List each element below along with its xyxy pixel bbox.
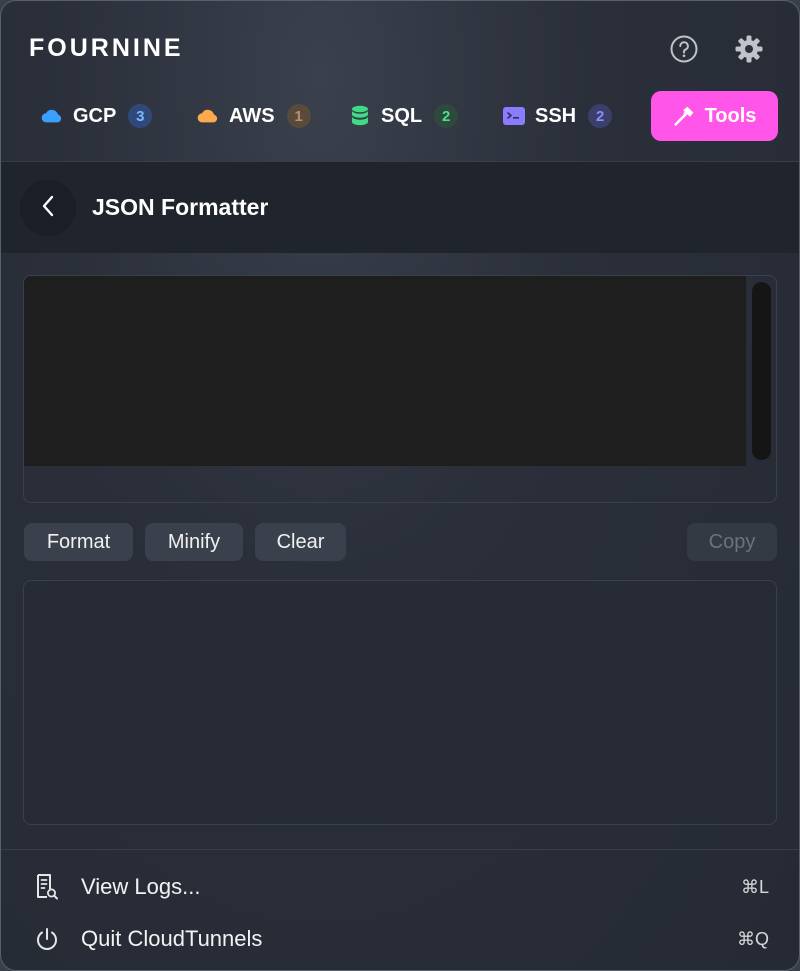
power-icon <box>34 926 60 952</box>
app-window: FOURNINE GCP 3 AWS 1 SQL 2 SSH 2 Tools J… <box>0 0 800 971</box>
tab-gcp[interactable]: GCP 3 <box>41 91 153 141</box>
json-input-container <box>23 275 777 503</box>
shortcut-label: ⌘L <box>740 876 769 897</box>
page-header: JSON Formatter <box>1 162 799 253</box>
back-button[interactable] <box>20 180 76 236</box>
gear-icon[interactable] <box>734 34 764 64</box>
input-scrollbar[interactable] <box>752 282 771 460</box>
tab-sql[interactable]: SQL 2 <box>349 91 459 141</box>
json-output[interactable] <box>23 580 777 825</box>
log-search-icon <box>34 874 60 900</box>
chevron-left-icon <box>40 194 56 223</box>
tab-label: SSH <box>535 104 577 127</box>
menu-item-label: Quit CloudTunnels <box>81 926 263 951</box>
cloud-icon <box>41 105 63 127</box>
tab-aws[interactable]: AWS 1 <box>197 91 311 141</box>
help-circle-icon[interactable] <box>669 34 699 64</box>
tab-bar: GCP 3 AWS 1 SQL 2 SSH 2 Tools <box>23 91 783 143</box>
tab-ssh[interactable]: SSH 2 <box>503 91 613 141</box>
tab-label: SQL <box>381 104 423 127</box>
tab-label: GCP <box>73 104 117 127</box>
copy-button[interactable]: Copy <box>687 523 777 561</box>
terminal-icon <box>503 105 525 127</box>
minify-button[interactable]: Minify <box>145 523 243 561</box>
menu-item-label: View Logs... <box>81 874 201 899</box>
format-button[interactable]: Format <box>24 523 133 561</box>
json-input[interactable] <box>24 276 746 466</box>
count-badge: 3 <box>128 104 153 128</box>
footer-menu: View Logs... ⌘L Quit CloudTunnels ⌘Q <box>1 849 799 970</box>
clear-button[interactable]: Clear <box>255 523 346 561</box>
header: FOURNINE GCP 3 AWS 1 SQL 2 SSH 2 Tools <box>1 1 799 162</box>
app-logo: FOURNINE <box>29 34 184 62</box>
shortcut-label: ⌘Q <box>736 928 769 949</box>
view-logs-menu-item[interactable]: View Logs... ⌘L <box>1 864 799 910</box>
quit-menu-item[interactable]: Quit CloudTunnels ⌘Q <box>1 916 799 962</box>
cloud-icon <box>197 105 219 127</box>
page-title: JSON Formatter <box>92 194 269 220</box>
hammer-icon <box>673 105 695 127</box>
count-badge: 2 <box>434 104 459 128</box>
tab-label: AWS <box>229 104 275 127</box>
tab-tools[interactable]: Tools <box>651 91 778 141</box>
database-icon <box>349 105 371 127</box>
count-badge: 2 <box>588 104 613 128</box>
count-badge: 1 <box>286 104 311 128</box>
tab-label: Tools <box>704 104 757 127</box>
